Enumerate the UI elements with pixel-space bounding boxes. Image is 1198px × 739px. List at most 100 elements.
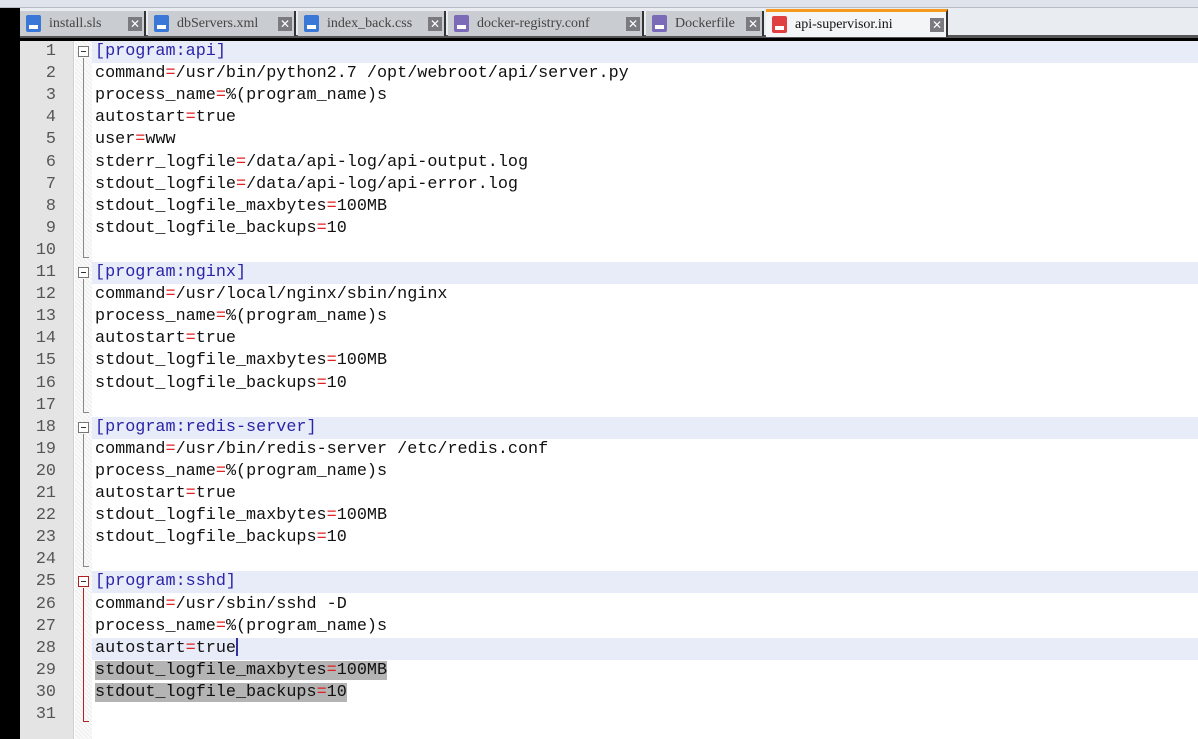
file-saved-icon	[454, 15, 469, 32]
code-line[interactable]: 15 stdout_logfile_maxbytes=100MB	[20, 350, 1198, 372]
line-content[interactable]: [program:api]	[92, 41, 1198, 64]
code-line[interactable]: 16 stdout_logfile_backups=10	[20, 373, 1198, 395]
code-line[interactable]: 13 process_name=%(program_name)s	[20, 306, 1198, 328]
code-line[interactable]: 12 command=/usr/local/nginx/sbin/nginx	[20, 284, 1198, 306]
close-icon[interactable]: ✕	[626, 16, 640, 31]
fold-collapse-icon[interactable]	[78, 421, 89, 433]
code-line[interactable]: 9 stdout_logfile_backups=10	[20, 218, 1198, 240]
tab-dockerfile[interactable]: Dockerfile ✕	[646, 11, 764, 36]
line-content[interactable]: stdout_logfile_backups=10	[92, 218, 1198, 240]
config-value: true	[195, 329, 237, 349]
tab-api-supervisor-ini[interactable]: api-supervisor.ini ✕	[766, 9, 948, 37]
close-icon[interactable]: ✕	[428, 16, 442, 31]
line-content[interactable]: user=www	[92, 129, 1198, 151]
line-content[interactable]: command=/usr/bin/redis-server /etc/redis…	[92, 439, 1198, 461]
line-content[interactable]: autostart=true	[92, 637, 1198, 660]
line-content[interactable]: autostart=true	[92, 328, 1198, 350]
code-line[interactable]: 30 stdout_logfile_backups=10	[20, 682, 1198, 704]
code-line[interactable]: 17	[20, 395, 1198, 417]
line-number: 18	[35, 417, 56, 437]
equals-operator: =	[236, 174, 247, 194]
equals-operator: =	[185, 329, 196, 349]
fold-guide	[83, 588, 84, 721]
tab-install-sls[interactable]: install.sls ✕	[20, 11, 146, 36]
line-content[interactable]: command=/usr/sbin/sshd -D	[92, 594, 1198, 616]
line-content[interactable]: command=/usr/local/nginx/sbin/nginx	[92, 284, 1198, 306]
code-editor[interactable]: 1 [program:api] 2 command=/usr/bin/python2.…	[20, 41, 1198, 739]
equals-operator: =	[165, 64, 176, 84]
code-line[interactable]: 1 [program:api]	[20, 41, 1198, 64]
line-content[interactable]	[92, 395, 1198, 417]
config-key: stdout_logfile	[95, 174, 236, 194]
line-content[interactable]: stdout_logfile_backups=10	[92, 527, 1198, 549]
close-icon[interactable]: ✕	[746, 16, 760, 31]
code-line[interactable]: 20 process_name=%(program_name)s	[20, 461, 1198, 483]
line-content[interactable]: process_name=%(program_name)s	[92, 306, 1198, 328]
close-icon[interactable]: ✕	[278, 16, 292, 31]
code-line[interactable]: 14 autostart=true	[20, 328, 1198, 350]
tab-dbservers-xml[interactable]: dbServers.xml ✕	[148, 11, 296, 36]
line-number: 19	[35, 439, 56, 459]
config-key: stdout_logfile_backups	[95, 218, 317, 238]
code-line[interactable]: 3 process_name=%(program_name)s	[20, 85, 1198, 107]
line-content[interactable]: command=/usr/bin/python2.7 /opt/webroot/…	[92, 63, 1198, 85]
fold-collapse-icon[interactable]	[78, 576, 89, 588]
code-line[interactable]: 31	[20, 704, 1198, 726]
config-key: stdout_logfile_backups	[95, 682, 317, 702]
line-content[interactable]: process_name=%(program_name)s	[92, 461, 1198, 483]
line-content[interactable]: stdout_logfile_maxbytes=100MB	[92, 505, 1198, 527]
code-line[interactable]: 21 autostart=true	[20, 483, 1198, 505]
code-line[interactable]: 29 stdout_logfile_maxbytes=100MB	[20, 660, 1198, 682]
code-line[interactable]: 7 stdout_logfile=/data/api-log/api-error.…	[20, 174, 1198, 196]
line-content[interactable]: [program:nginx]	[92, 262, 1198, 285]
close-icon[interactable]: ✕	[128, 16, 142, 31]
line-content[interactable]: stdout_logfile_maxbytes=100MB	[92, 196, 1198, 218]
line-content[interactable]: [program:redis-server]	[92, 416, 1198, 439]
fold-collapse-icon[interactable]	[78, 46, 89, 57]
code-line[interactable]: 4 autostart=true	[20, 107, 1198, 129]
config-value: /usr/bin/python2.7 /opt/webroot/api/serv…	[175, 64, 629, 84]
code-line[interactable]: 19 command=/usr/bin/redis-server /etc/red…	[20, 439, 1198, 461]
line-content[interactable]: stderr_logfile=/data/api-log/api-output.…	[92, 152, 1198, 174]
code-line[interactable]: 26 command=/usr/sbin/sshd -D	[20, 594, 1198, 616]
config-value: true	[195, 484, 237, 503]
code-line[interactable]: 25 [program:sshd]	[20, 571, 1198, 594]
close-icon[interactable]: ✕	[930, 17, 944, 32]
code-line[interactable]: 28 autostart=true	[20, 637, 1198, 660]
equals-operator: =	[165, 594, 176, 614]
code-line[interactable]: 23 stdout_logfile_backups=10	[20, 527, 1198, 549]
fold-collapse-icon[interactable]	[78, 267, 89, 278]
line-content[interactable]: autostart=true	[92, 483, 1198, 505]
equals-operator: =	[135, 130, 146, 150]
code-line[interactable]: 11 [program:nginx]	[20, 262, 1198, 285]
code-line[interactable]: 10	[20, 240, 1198, 262]
config-value: 100MB	[336, 196, 388, 216]
section-header: [program:redis-server]	[95, 417, 317, 437]
code-line[interactable]: 5 user=www	[20, 129, 1198, 151]
tab-index-back-css[interactable]: index_back.css ✕	[298, 11, 446, 36]
line-content[interactable]: stdout_logfile_backups=10	[92, 373, 1198, 395]
line-content[interactable]: stdout_logfile=/data/api-log/api-error.l…	[92, 174, 1198, 196]
code-line[interactable]: 27 process_name=%(program_name)s	[20, 616, 1198, 638]
code-line[interactable]: 24	[20, 549, 1198, 571]
code-line[interactable]: 22 stdout_logfile_maxbytes=100MB	[20, 505, 1198, 527]
line-content[interactable]	[92, 240, 1198, 262]
line-content[interactable]	[92, 704, 1198, 726]
tab-docker-registry-conf[interactable]: docker-registry.conf ✕	[448, 11, 644, 36]
line-content[interactable]: process_name=%(program_name)s	[92, 616, 1198, 638]
line-content[interactable]: process_name=%(program_name)s	[92, 85, 1198, 107]
code-line[interactable]: 18 [program:redis-server]	[20, 416, 1198, 439]
line-content[interactable]: stdout_logfile_maxbytes=100MB	[92, 350, 1198, 372]
line-content[interactable]: stdout_logfile_backups=10	[92, 682, 1198, 704]
code-line[interactable]: 8 stdout_logfile_maxbytes=100MB	[20, 196, 1198, 218]
config-value: true	[195, 638, 237, 658]
code-line[interactable]: 6 stderr_logfile=/data/api-log/api-output…	[20, 152, 1198, 174]
line-content[interactable]: [program:sshd]	[92, 571, 1198, 594]
line-content[interactable]	[92, 549, 1198, 571]
line-content[interactable]: stdout_logfile_maxbytes=100MB	[92, 660, 1198, 682]
line-content[interactable]: autostart=true	[92, 107, 1198, 129]
line-number: 11	[35, 263, 56, 282]
config-key: process_name	[95, 307, 216, 327]
window-title-strip	[0, 0, 1198, 8]
code-line[interactable]: 2 command=/usr/bin/python2.7 /opt/webroot…	[20, 63, 1198, 85]
